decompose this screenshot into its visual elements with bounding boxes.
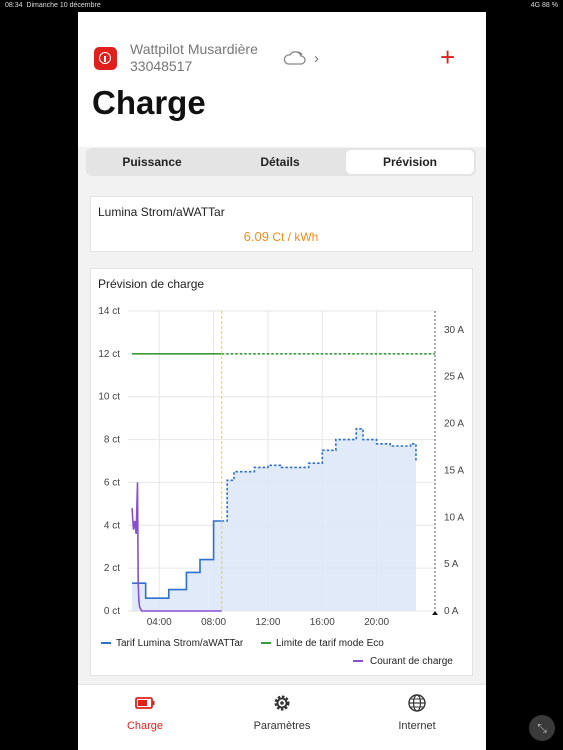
x-tick-label: 12:00 [255,617,280,628]
nav-charge-label: Charge [126,720,164,732]
y-left-tick-label: 2 ct [104,563,120,574]
y-left-tick-label: 10 ct [98,392,120,403]
tariff-value: 6.09 [243,229,269,244]
battery-icon [135,697,155,709]
device-name: Wattpilot Musardière [130,41,258,57]
tariff-value-line: 6.09 Ct / kWh [91,229,471,244]
y-right-tick-label: 30 A [444,325,464,336]
y-left-tick-label: 0 ct [104,606,120,617]
tab-bar: Puissance Détails Prévision [86,148,476,176]
forecast-chart: 0 ct 2 ct 4 ct 6 ct 8 ct 10 ct 12 ct 14 ct 04:00… [98,306,464,667]
tariff-card: Lumina Strom/aWATTar 6.09 Ct / kWh [90,196,473,252]
x-tick-label: 20:00 [364,617,389,628]
status-right: 4G 88 % [530,2,558,9]
axis-marker [432,611,438,615]
y-left-tick-label: 6 ct [104,477,120,488]
x-tick-label: 08:00 [201,617,226,628]
status-bar: 08:34 Dimanche 10 décembre 4G 88 % [0,0,563,12]
y-right-tick-label: 5 A [444,559,459,570]
legend-current-label: Courant de charge [370,656,453,667]
nav-internet-label: Internet [398,720,436,732]
bottom-nav: Charge Paramètres Internet [78,684,486,750]
add-device-button[interactable]: + [440,42,455,73]
status-time-date: 08:34 Dimanche 10 décembre [5,2,101,9]
y-left-tick-label: 12 ct [98,349,120,360]
y-right-tick-label: 20 A [444,419,464,430]
globe-icon [408,694,426,712]
nav-internet[interactable]: Internet [362,693,472,732]
y-right-tick-label: 25 A [444,372,464,383]
status-time: 08:34 [5,2,23,9]
y-left-tick-label: 4 ct [104,520,120,531]
tariff-unit: Ct / kWh [272,230,319,244]
x-tick-label: 04:00 [147,617,172,628]
legend-tariff-label: Tarif Lumina Strom/aWATTar [116,638,244,649]
tariff-area [132,428,416,611]
y-right-tick-label: 0 A [444,606,459,617]
forecast-title: Prévision de charge [98,277,205,291]
gear-icon [274,695,290,711]
cloud-sync-icon[interactable] [283,50,307,68]
legend-eco-label: Limite de tarif mode Eco [276,638,384,649]
header: Wattpilot Musardière 33048517 › + Charge [78,12,486,147]
y-left-tick-label: 14 ct [98,306,120,317]
device-selector[interactable]: Wattpilot Musardière 33048517 [130,41,258,75]
x-tick-label: 16:00 [310,617,335,628]
y-left-tick-label: 8 ct [104,435,120,446]
tariff-provider: Lumina Strom/aWATTar [98,205,225,219]
nav-parametres-label: Paramètres [253,720,311,732]
nav-parametres[interactable]: Paramètres [227,693,337,732]
nav-charge[interactable]: Charge [90,693,200,732]
app-sheet: Wattpilot Musardière 33048517 › + Charge… [78,12,486,750]
forecast-card: Prévision de charge 0 ct 2 ct 4 ct 6 ct 8 ct… [90,268,473,676]
status-date: Dimanche 10 décembre [26,2,101,9]
collapse-icon[interactable]: ⤡ [529,715,555,741]
y-right-tick-label: 10 A [444,512,464,523]
tab-puissance[interactable]: Puissance [88,150,216,174]
chevron-right-icon[interactable]: › [314,50,319,67]
device-id: 33048517 [130,58,193,74]
tab-prevision[interactable]: Prévision [346,150,474,174]
y-right-tick-label: 15 A [444,465,464,476]
tab-details[interactable]: Détails [216,150,344,174]
page-title: Charge [92,84,206,121]
wattpilot-logo-icon [94,47,117,70]
